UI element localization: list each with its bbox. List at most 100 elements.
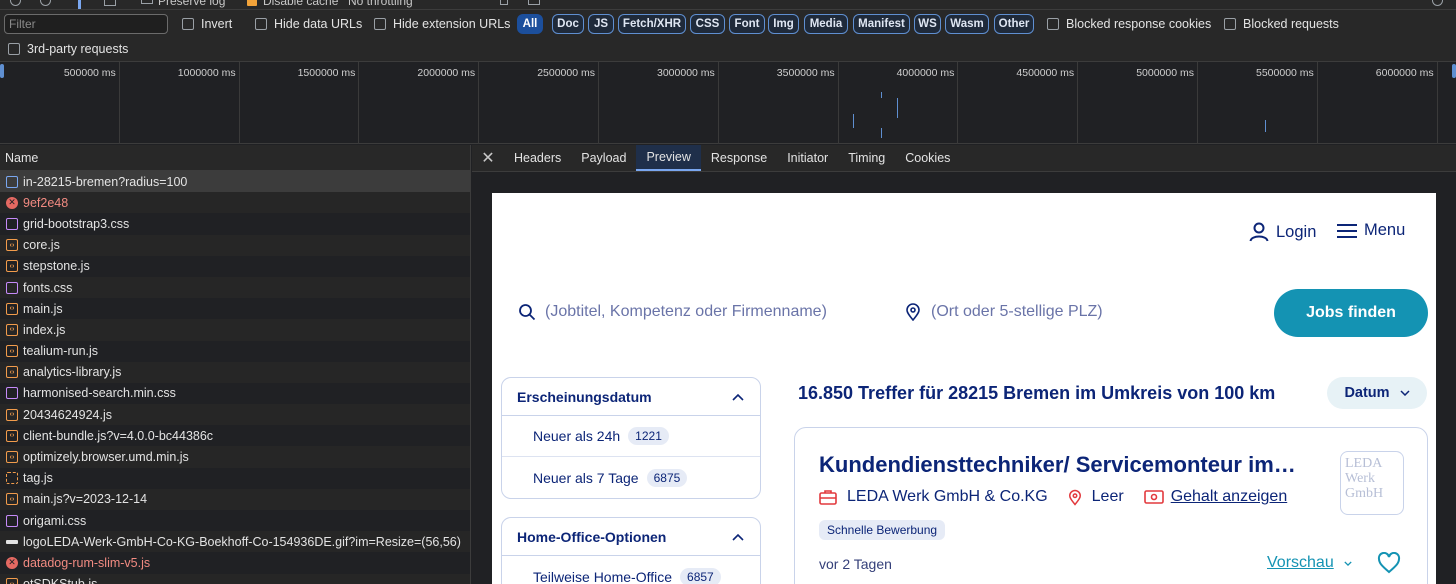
tab-cookies[interactable]: Cookies xyxy=(895,145,960,171)
tab-timing[interactable]: Timing xyxy=(838,145,895,171)
settings-gear-icon[interactable] xyxy=(1432,0,1443,6)
network-overview-timeline[interactable]: 500000 ms 1000000 ms 1500000 ms 2000000 ms 2… xyxy=(0,62,1456,144)
type-filter-manifest[interactable]: Manifest xyxy=(853,14,910,34)
request-row[interactable]: ‹› analytics-library.js xyxy=(0,361,470,383)
type-filter-wasm[interactable]: Wasm xyxy=(945,14,989,34)
timeline-gridline xyxy=(717,62,719,144)
type-filter-img[interactable]: Img xyxy=(768,14,799,34)
checkbox-box[interactable] xyxy=(1047,18,1059,30)
login-link[interactable]: Login xyxy=(1248,221,1316,243)
facet-header[interactable]: Erscheinungsdatum xyxy=(502,378,760,416)
detail-tabs: ✕ Headers Payload Preview Response Initi… xyxy=(472,145,1456,172)
stylesheet-icon xyxy=(6,387,18,400)
checkbox-box[interactable] xyxy=(255,18,267,30)
filter-input[interactable] xyxy=(4,14,168,34)
facet-option[interactable]: Neuer als 7 Tage 6875 xyxy=(502,457,760,498)
request-name: origami.css xyxy=(23,513,87,528)
throttling-select[interactable]: No throttling xyxy=(348,0,413,8)
menu-button[interactable]: Menu xyxy=(1336,221,1405,240)
search-icon xyxy=(519,304,536,321)
facet-header[interactable]: Home-Office-Optionen xyxy=(502,518,760,556)
request-row[interactable]: in-28215-bremen?radius=100 xyxy=(0,171,470,193)
request-row[interactable]: ‹› 20434624924.js xyxy=(0,404,470,426)
jobs-finden-button[interactable]: Jobs finden xyxy=(1274,289,1428,337)
request-row[interactable]: ‹› optimizely.browser.umd.min.js xyxy=(0,446,470,468)
request-row[interactable]: fonts.css xyxy=(0,276,470,299)
briefcase-icon xyxy=(819,490,837,505)
type-filter-doc[interactable]: Doc xyxy=(552,14,584,34)
checkbox-box[interactable] xyxy=(182,18,194,30)
type-filter-all[interactable]: All xyxy=(517,14,543,34)
job-preview-link[interactable]: Vorschau xyxy=(1267,554,1352,572)
hide-data-urls-label: Hide data URLs xyxy=(274,17,363,31)
type-filter-media[interactable]: Media xyxy=(804,14,848,34)
tab-response[interactable]: Response xyxy=(701,145,777,171)
request-row[interactable]: harmonised-search.min.css xyxy=(0,383,470,404)
request-row[interactable]: ‹› main.js?v=2023-12-14 xyxy=(0,488,470,510)
tab-initiator[interactable]: Initiator xyxy=(777,145,838,171)
tab-preview[interactable]: Preview xyxy=(636,145,701,171)
request-row[interactable]: ‹› otSDKStub.js xyxy=(0,573,470,584)
request-row[interactable]: ✕ 9ef2e48 xyxy=(0,192,470,214)
request-name: harmonised-search.min.css xyxy=(23,386,176,401)
timeline-gridline xyxy=(957,62,959,144)
type-filter-other[interactable]: Other xyxy=(994,14,1034,34)
facet-option[interactable]: Neuer als 24h 1221 xyxy=(502,416,760,457)
request-row[interactable]: grid-bootstrap3.css xyxy=(0,213,470,234)
preserve-log-checkbox[interactable] xyxy=(141,0,153,4)
job-card[interactable]: Kundendiensttechniker/ Servicemonteur im… xyxy=(794,427,1428,584)
timeline-left-handle[interactable] xyxy=(0,64,4,78)
sort-dropdown[interactable]: Datum xyxy=(1327,377,1427,409)
checkbox-box[interactable] xyxy=(8,43,20,55)
timeline-tick-label: 2000000 ms xyxy=(417,67,476,79)
type-filter-fetch-xhr[interactable]: Fetch/XHR xyxy=(618,14,686,34)
type-filter-font[interactable]: Font xyxy=(729,14,765,34)
hide-data-urls-checkbox[interactable]: Hide data URLs xyxy=(255,17,362,31)
location-pin-icon xyxy=(1068,489,1081,506)
timeline-right-handle[interactable] xyxy=(1452,64,1456,78)
request-row[interactable]: ✕ datadog-rum-slim-v5.js xyxy=(0,552,470,573)
tab-payload[interactable]: Payload xyxy=(571,145,636,171)
salary-link[interactable]: Gehalt anzeigen xyxy=(1171,488,1288,506)
hide-extension-urls-checkbox[interactable]: Hide extension URLs xyxy=(374,17,510,31)
search-icon[interactable] xyxy=(104,0,116,6)
request-row[interactable]: ‹› index.js xyxy=(0,319,470,341)
request-row[interactable]: ‹› main.js xyxy=(0,298,470,319)
checkbox-box[interactable] xyxy=(1224,18,1236,30)
type-filter-js[interactable]: JS xyxy=(588,14,614,34)
request-row[interactable]: ‹› client-bundle.js?v=4.0.0-bc44386c xyxy=(0,425,470,446)
location-search-input[interactable]: (Ort oder 5-stellige PLZ) xyxy=(905,303,1103,321)
facet-option-count: 6875 xyxy=(646,468,688,487)
import-icon[interactable] xyxy=(500,0,508,5)
export-icon[interactable] xyxy=(528,0,540,5)
close-icon[interactable]: ✕ xyxy=(472,145,504,171)
request-row[interactable]: ‹› stepstone.js xyxy=(0,256,470,277)
clear-icon[interactable] xyxy=(40,0,51,6)
blocked-requests-checkbox[interactable]: Blocked requests xyxy=(1224,17,1339,31)
record-icon[interactable] xyxy=(10,0,21,6)
job-search-input[interactable]: (Jobtitel, Kompetenz oder Firmenname) xyxy=(518,303,827,321)
request-name: otSDKStub.js xyxy=(23,577,97,584)
facet-option-count: 6857 xyxy=(680,567,721,584)
name-column-header[interactable]: Name xyxy=(0,145,470,171)
facet-title: Erscheinungsdatum xyxy=(517,388,652,405)
favorite-button[interactable] xyxy=(1377,552,1401,574)
filter-bar: Invert Hide data URLs Hide extension URL… xyxy=(0,10,1456,62)
tab-headers[interactable]: Headers xyxy=(504,145,571,171)
type-filter-css[interactable]: CSS xyxy=(690,14,725,34)
request-row[interactable]: ‹› tealium-run.js xyxy=(0,341,470,362)
facet-option[interactable]: Teilweise Home-Office 6857 xyxy=(502,556,760,584)
job-title[interactable]: Kundendiensttechniker/ Servicemonteur im… xyxy=(819,452,1319,478)
checkbox-box[interactable] xyxy=(374,18,386,30)
blocked-response-cookies-checkbox[interactable]: Blocked response cookies xyxy=(1047,17,1211,31)
request-row[interactable]: tag.js xyxy=(0,468,470,489)
request-row[interactable]: ‹› core.js xyxy=(0,234,470,256)
filter-icon[interactable] xyxy=(78,0,81,9)
facet-home-office: Home-Office-Optionen Teilweise Home-Offi… xyxy=(501,517,761,584)
type-filter-ws[interactable]: WS xyxy=(914,14,941,34)
third-party-requests-checkbox[interactable]: 3rd-party requests xyxy=(8,42,128,56)
invert-checkbox[interactable]: Invert xyxy=(182,17,232,31)
request-row[interactable]: origami.css xyxy=(0,510,470,531)
request-row[interactable]: logoLEDA-Werk-GmbH-Co-KG-Boekhoff-Co-154… xyxy=(0,531,470,553)
request-name: main.js xyxy=(23,301,63,316)
